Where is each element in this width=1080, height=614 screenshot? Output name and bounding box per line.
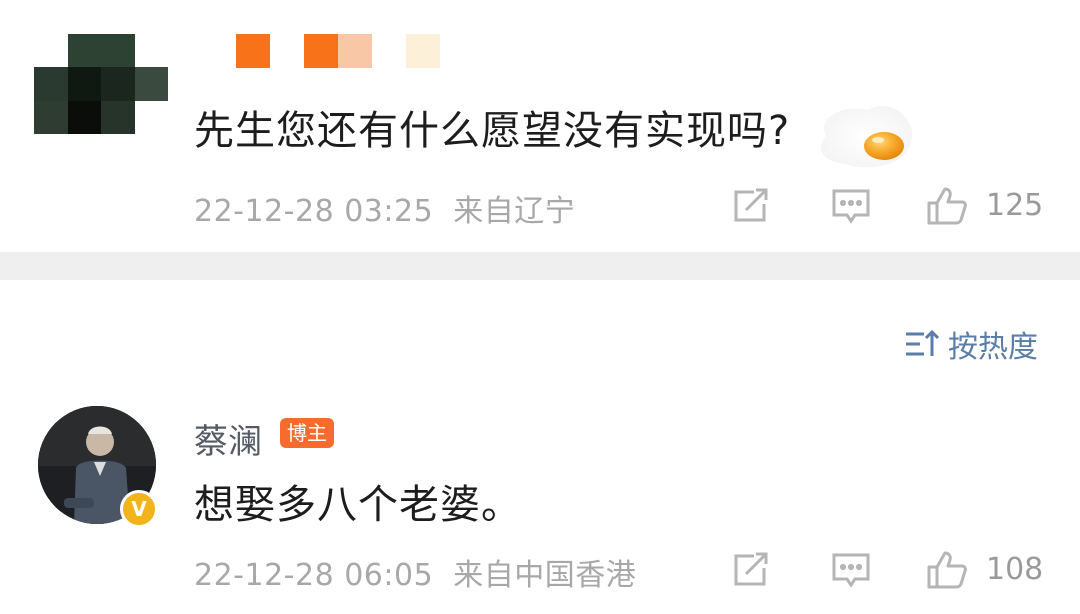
post-location: 来自辽宁 — [453, 194, 576, 229]
comment-like-count: 108 — [986, 552, 1044, 587]
comment-icon[interactable] — [830, 550, 872, 590]
comment-actions: 108 — [730, 550, 1050, 590]
post-time: 22-12-28 03:25 — [194, 194, 434, 229]
post-meta: 22-12-28 03:25 来自辽宁 — [194, 186, 575, 230]
censored-username[interactable] — [236, 34, 440, 68]
thumbs-up-icon[interactable] — [926, 186, 968, 226]
fried-egg-sticker — [806, 86, 922, 176]
post-like-count: 125 — [986, 188, 1044, 223]
post: 先生您还有什么愿望没有实现吗? 22-12-28 03:25 来自辽宁 125 — [0, 0, 1080, 252]
comment-time: 22-12-28 06:05 — [194, 558, 434, 593]
comment-location: 来自中国香港 — [453, 558, 637, 593]
share-icon[interactable] — [730, 186, 772, 226]
pixelated-avatar[interactable] — [34, 34, 168, 134]
blogger-badge: 博主 — [280, 418, 334, 448]
share-icon[interactable] — [730, 550, 772, 590]
sort-icon — [906, 329, 940, 356]
weibo-comment-page: 先生您还有什么愿望没有实现吗? 22-12-28 03:25 来自辽宁 125 … — [0, 0, 1080, 614]
comment-meta: 22-12-28 06:05 来自中国香港 — [194, 550, 636, 594]
verified-badge: V — [120, 490, 158, 528]
commenter-name[interactable]: 蔡澜 — [194, 414, 262, 463]
thumbs-up-icon[interactable] — [926, 550, 968, 590]
post-actions: 125 — [730, 186, 1050, 226]
sort-label: 按热度 — [948, 330, 1038, 365]
comment-icon[interactable] — [830, 186, 872, 226]
comment-text: 想娶多八个老婆。 — [194, 482, 522, 528]
post-text: 先生您还有什么愿望没有实现吗? — [194, 108, 791, 154]
sort-by-hot-button[interactable]: 按热度 — [904, 322, 1038, 366]
section-divider — [0, 252, 1080, 280]
